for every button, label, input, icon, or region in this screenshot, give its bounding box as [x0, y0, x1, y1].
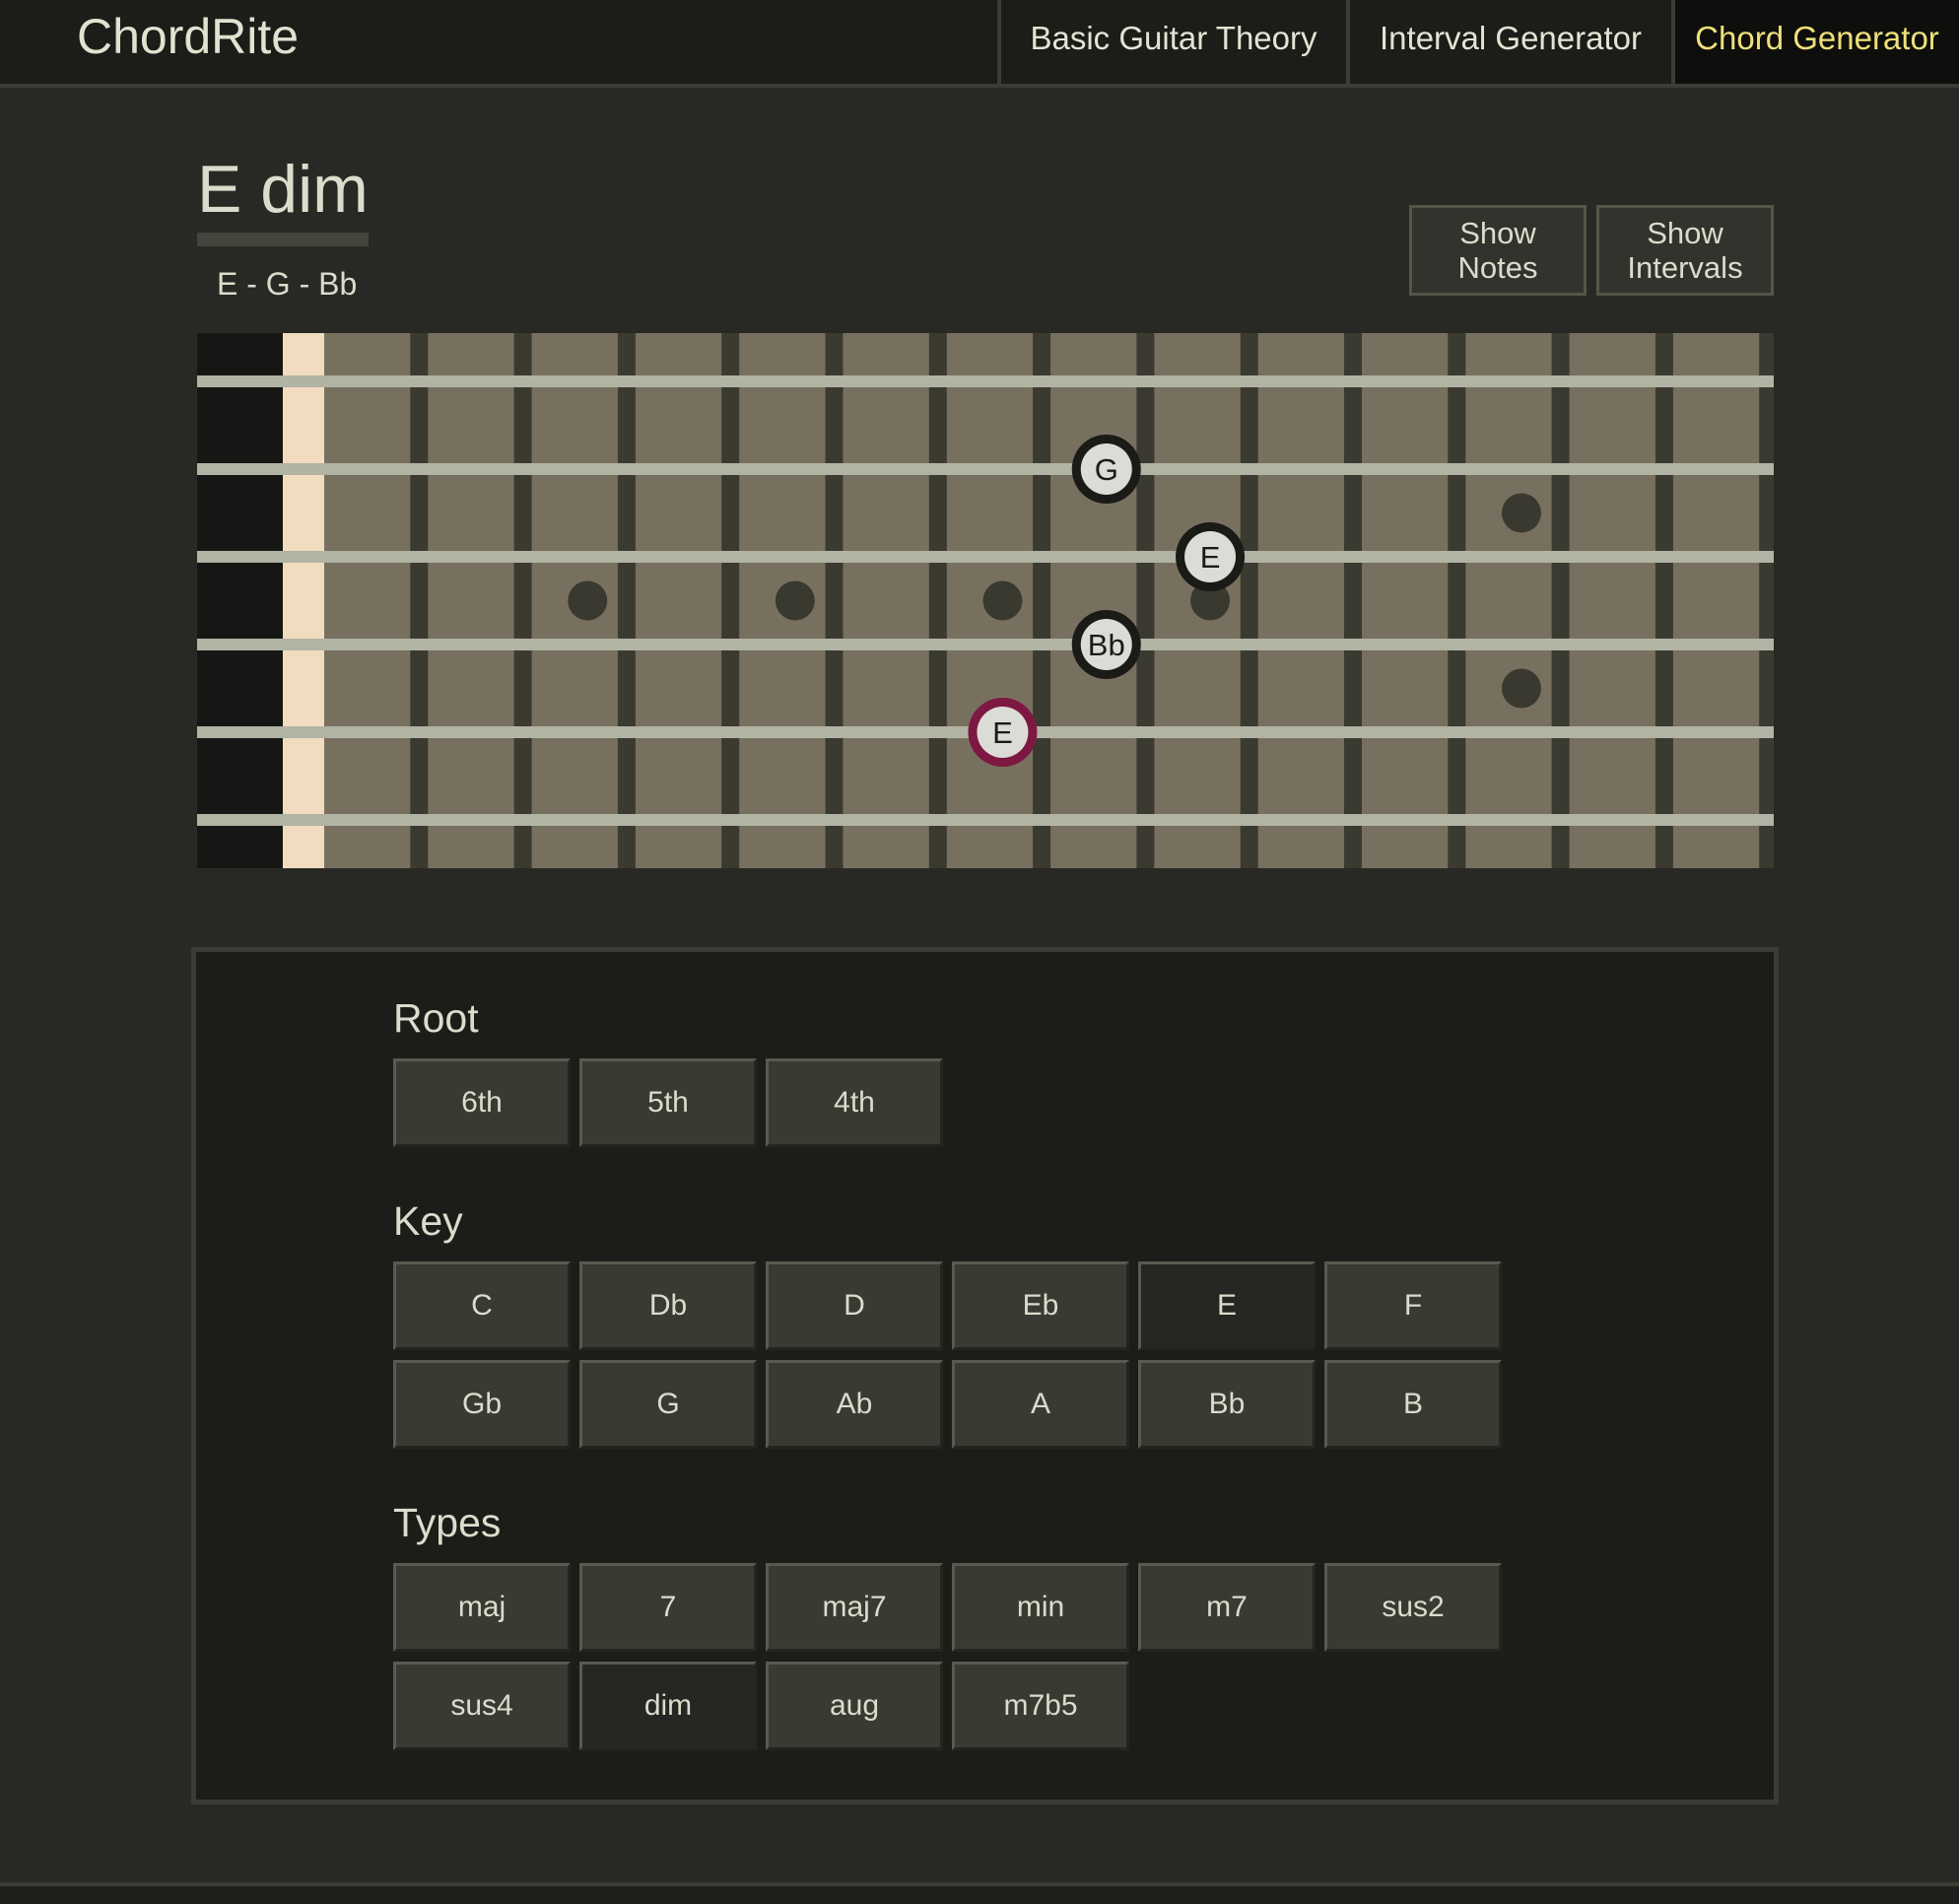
string-4: [197, 639, 1774, 650]
note-marker-g: G: [1071, 435, 1141, 504]
fret-wire-11: [1448, 333, 1466, 868]
key-section-title: Key: [393, 1198, 463, 1244]
fret-wire-3: [617, 333, 636, 868]
app-logo[interactable]: ChordRite: [77, 8, 299, 65]
fret-inlay-dot: [775, 580, 815, 621]
key-option-c[interactable]: C: [393, 1261, 571, 1350]
fretboard: G E Bb E: [197, 333, 1881, 868]
root-option-6th[interactable]: 6th: [393, 1058, 571, 1147]
fret-inlay-dot: [568, 580, 608, 621]
type-option-maj[interactable]: maj: [393, 1563, 571, 1652]
root-option-5th[interactable]: 5th: [579, 1058, 757, 1147]
root-section-title: Root: [393, 995, 479, 1041]
note-marker-e: E: [1176, 522, 1246, 591]
key-option-ab[interactable]: Ab: [766, 1360, 943, 1449]
show-intervals-button[interactable]: Show Intervals: [1596, 205, 1774, 296]
key-option-bb[interactable]: Bb: [1138, 1360, 1316, 1449]
show-notes-button[interactable]: Show Notes: [1409, 205, 1587, 296]
tab-chord-generator[interactable]: Chord Generator: [1671, 0, 1959, 84]
fret-wire-9: [1240, 333, 1258, 868]
fret-wire-6: [928, 333, 947, 868]
fret-wire-5: [825, 333, 844, 868]
note-marker-bb: Bb: [1071, 610, 1141, 679]
type-option-min[interactable]: min: [952, 1563, 1129, 1652]
tab-interval-generator[interactable]: Interval Generator: [1346, 0, 1671, 84]
types-section-title: Types: [393, 1500, 502, 1545]
string-3: [197, 551, 1774, 563]
root-note-marker-e: E: [968, 698, 1038, 767]
note-marker-label: E: [992, 715, 1013, 750]
nut: [283, 333, 324, 868]
tab-basic-guitar-theory[interactable]: Basic Guitar Theory: [997, 0, 1346, 84]
fret-wire-4: [721, 333, 740, 868]
key-option-e[interactable]: E: [1138, 1261, 1316, 1350]
headstock: [197, 333, 283, 868]
type-option-sus4[interactable]: sus4: [393, 1662, 571, 1750]
note-marker-label: G: [1095, 452, 1118, 487]
string-2: [197, 463, 1774, 475]
chord-title: E dim: [197, 146, 369, 246]
key-option-db[interactable]: Db: [579, 1261, 757, 1350]
fret-wire-8: [1136, 333, 1155, 868]
fret-wire-10: [1344, 333, 1362, 868]
fret-wire-12: [1551, 333, 1570, 868]
chord-note-list: E - G - Bb: [217, 266, 358, 302]
fret-wire-14: [1759, 333, 1778, 868]
type-option-sus2[interactable]: sus2: [1324, 1563, 1502, 1652]
fret-wire-7: [1033, 333, 1051, 868]
key-option-b[interactable]: B: [1324, 1360, 1502, 1449]
string-6: [197, 814, 1774, 826]
fret-inlay-dot: [1501, 668, 1541, 709]
top-navigation-bar: ChordRite Basic Guitar Theory Interval G…: [0, 0, 1959, 88]
footer-bar: [0, 1882, 1959, 1904]
key-option-d[interactable]: D: [766, 1261, 943, 1350]
note-marker-label: E: [1200, 540, 1221, 575]
type-option-dim[interactable]: dim: [579, 1662, 757, 1750]
note-marker-label: Bb: [1088, 628, 1125, 662]
fret-inlay-dot: [982, 580, 1023, 621]
key-option-eb[interactable]: Eb: [952, 1261, 1129, 1350]
type-option-aug[interactable]: aug: [766, 1662, 943, 1750]
chord-controls-panel: Root 6th 5th 4th Key C Db D Eb E F Gb G Ab A Bb B Typ…: [191, 947, 1779, 1804]
type-option-m7b5[interactable]: m7b5: [952, 1662, 1129, 1750]
key-option-gb[interactable]: Gb: [393, 1360, 571, 1449]
type-option-7[interactable]: 7: [579, 1563, 757, 1652]
string-1: [197, 375, 1774, 387]
type-option-m7[interactable]: m7: [1138, 1563, 1316, 1652]
fretboard-diagram: G E Bb E: [197, 333, 1881, 868]
fretboard-wood: [283, 333, 1774, 868]
key-option-g[interactable]: G: [579, 1360, 757, 1449]
type-option-maj7[interactable]: maj7: [766, 1563, 943, 1652]
key-option-f[interactable]: F: [1324, 1261, 1502, 1350]
key-option-a[interactable]: A: [952, 1360, 1129, 1449]
fret-wire-13: [1655, 333, 1673, 868]
fret-wire-1: [410, 333, 429, 868]
fret-wire-2: [513, 333, 532, 868]
root-option-4th[interactable]: 4th: [766, 1058, 943, 1147]
fret-inlay-dot: [1501, 493, 1541, 533]
